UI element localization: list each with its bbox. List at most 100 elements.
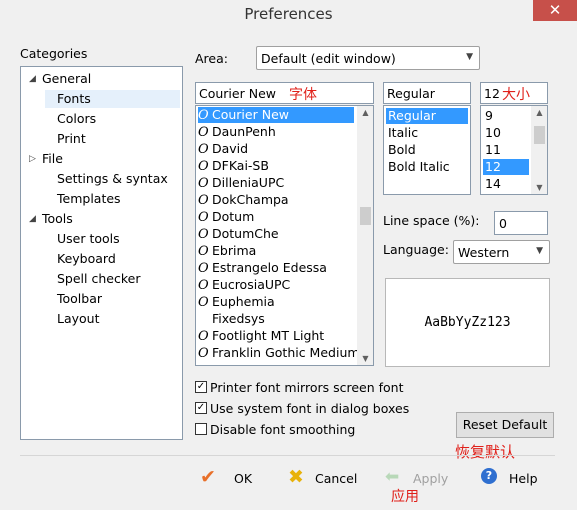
font-size-item[interactable]: 14 — [483, 176, 529, 192]
font-list-item-label: Ebrima — [212, 243, 257, 258]
apply-arrow-icon: ⬅ — [385, 467, 400, 487]
font-size-item[interactable]: 11 — [483, 142, 529, 158]
category-item[interactable]: ◢ Tools — [23, 210, 180, 228]
font-list-item[interactable]: O DokChampa — [198, 192, 354, 208]
font-size-item[interactable]: 9 — [483, 108, 529, 124]
category-label: User tools — [57, 231, 120, 246]
category-label: Tools — [42, 211, 73, 226]
collapsed-arrow-icon[interactable]: ▷ — [29, 150, 36, 168]
category-item[interactable]: ▷ File — [23, 150, 180, 168]
cancel-x-icon: ✖ — [288, 466, 304, 488]
category-item[interactable]: Toolbar — [45, 290, 180, 308]
reset-default-label: Reset Default — [462, 417, 548, 432]
category-item[interactable]: Spell checker — [45, 270, 180, 288]
category-item[interactable]: Keyboard — [45, 250, 180, 268]
font-name-field[interactable]: Courier New 字体 — [195, 82, 374, 104]
line-space-input[interactable]: 0 — [494, 211, 548, 235]
font-type-icon: O — [198, 329, 209, 344]
option-label: Disable font smoothing — [210, 422, 356, 437]
font-list-item[interactable]: O EucrosiaUPC — [198, 277, 354, 293]
font-size-list[interactable]: 14 12 11 10 9 ▲ ▼ — [480, 105, 548, 195]
area-dropdown[interactable]: Default (edit window) ▼ — [256, 46, 480, 70]
cancel-button[interactable]: ✖ Cancel — [286, 466, 366, 492]
font-list-item[interactable]: O David — [198, 141, 354, 157]
category-item[interactable]: Settings & syntax — [45, 170, 180, 188]
font-list-scrollbar[interactable]: ▲ ▼ — [357, 106, 373, 365]
scroll-thumb[interactable] — [534, 126, 545, 144]
ok-button[interactable]: ✔ OK — [198, 466, 268, 492]
font-type-icon: O — [198, 159, 209, 174]
categories-tree[interactable]: ◢ General Fonts Colors Print ▷ File Settings & … — [20, 66, 183, 440]
window-title: Preferences — [244, 5, 333, 23]
scroll-down-icon[interactable]: ▼ — [531, 183, 547, 192]
font-type-icon: O — [198, 125, 209, 140]
font-list-item[interactable]: O Euphemia — [198, 294, 354, 310]
font-style-field[interactable]: Regular — [383, 82, 471, 104]
scroll-up-icon[interactable]: ▲ — [531, 108, 547, 117]
scroll-thumb[interactable] — [360, 207, 371, 225]
category-item[interactable]: Print — [45, 130, 180, 148]
window-frame-right — [570, 0, 577, 510]
font-style-item[interactable]: Italic — [386, 125, 468, 141]
category-item[interactable]: Templates — [45, 190, 180, 208]
category-label: Colors — [57, 111, 97, 126]
help-button[interactable]: ? Help — [479, 466, 549, 492]
expanded-arrow-icon[interactable]: ◢ — [29, 70, 36, 88]
chevron-down-icon: ▼ — [466, 52, 473, 62]
font-list-item[interactable]: O Ebrima — [198, 243, 354, 259]
font-type-icon: O — [198, 261, 209, 276]
window-frame-bottom — [0, 503, 577, 510]
font-preview: AaBbYyZz123 — [385, 278, 550, 367]
font-style-item[interactable]: Bold Italic — [386, 159, 468, 175]
size-list-scrollbar[interactable]: ▲ ▼ — [531, 106, 547, 194]
font-list-item[interactable]: Fixedsys — [198, 311, 354, 327]
option-checkbox[interactable]: ✓ — [195, 402, 207, 414]
font-type-icon: O — [198, 210, 209, 225]
language-dropdown[interactable]: Western ▼ — [453, 240, 550, 264]
font-list-item[interactable]: O DilleniaUPC — [198, 175, 354, 191]
font-size-field[interactable]: 12 大小 — [480, 82, 548, 104]
reset-annotation: 恢复默认 — [455, 443, 516, 461]
font-list-item[interactable]: O Footlight MT Light — [198, 328, 354, 344]
font-size-item[interactable]: 10 — [483, 125, 529, 141]
scroll-down-icon[interactable]: ▼ — [357, 354, 373, 363]
scroll-up-icon[interactable]: ▲ — [357, 108, 373, 117]
font-list-item[interactable]: O Estrangelo Edessa — [198, 260, 354, 276]
option-checkbox[interactable]: ✓ — [195, 381, 207, 393]
font-name-value: Courier New — [199, 86, 276, 101]
categories-label: Categories — [20, 46, 88, 61]
font-list-item[interactable]: O DFKai-SB — [198, 158, 354, 174]
expanded-arrow-icon[interactable]: ◢ — [29, 210, 36, 228]
category-item[interactable]: User tools — [45, 230, 180, 248]
category-item[interactable]: Fonts — [45, 90, 180, 108]
font-size-item[interactable]: 12 — [483, 159, 529, 175]
font-style-item[interactable]: Regular — [386, 108, 468, 124]
category-item[interactable]: Layout — [45, 310, 180, 328]
font-list-item[interactable]: O Courier New — [198, 107, 354, 123]
language-value: Western — [458, 245, 510, 260]
category-item[interactable]: ◢ General — [23, 70, 180, 88]
option-checkbox[interactable] — [195, 423, 207, 435]
font-style-list[interactable]: Regular Italic Bold Bold Italic — [383, 105, 471, 195]
font-list-item-label: EucrosiaUPC — [212, 277, 291, 292]
area-value: Default (edit window) — [261, 51, 396, 66]
reset-default-button[interactable]: Reset Default — [456, 412, 554, 438]
help-label: Help — [509, 471, 538, 486]
font-list[interactable]: O Franklin Gothic Medium O Footlight MT Lig… — [195, 105, 374, 366]
category-label: Fonts — [57, 91, 91, 106]
font-list-item-label: DFKai-SB — [212, 158, 269, 173]
font-list-item[interactable]: O DaunPenh — [198, 124, 354, 140]
font-type-icon: O — [198, 193, 209, 208]
category-item[interactable]: Colors — [45, 110, 180, 128]
apply-label: Apply — [413, 471, 449, 486]
category-label: Print — [57, 131, 86, 146]
font-list-item[interactable]: O Dotum — [198, 209, 354, 225]
font-list-item[interactable]: O DotumChe — [198, 226, 354, 242]
category-label: Settings & syntax — [57, 171, 168, 186]
help-icon: ? — [481, 468, 497, 484]
line-space-value: 0 — [499, 216, 507, 231]
font-list-item[interactable]: O Franklin Gothic Medium — [198, 345, 360, 361]
close-button[interactable]: ✕ — [533, 0, 577, 21]
font-style-item[interactable]: Bold — [386, 142, 468, 158]
font-type-icon: O — [198, 108, 209, 123]
